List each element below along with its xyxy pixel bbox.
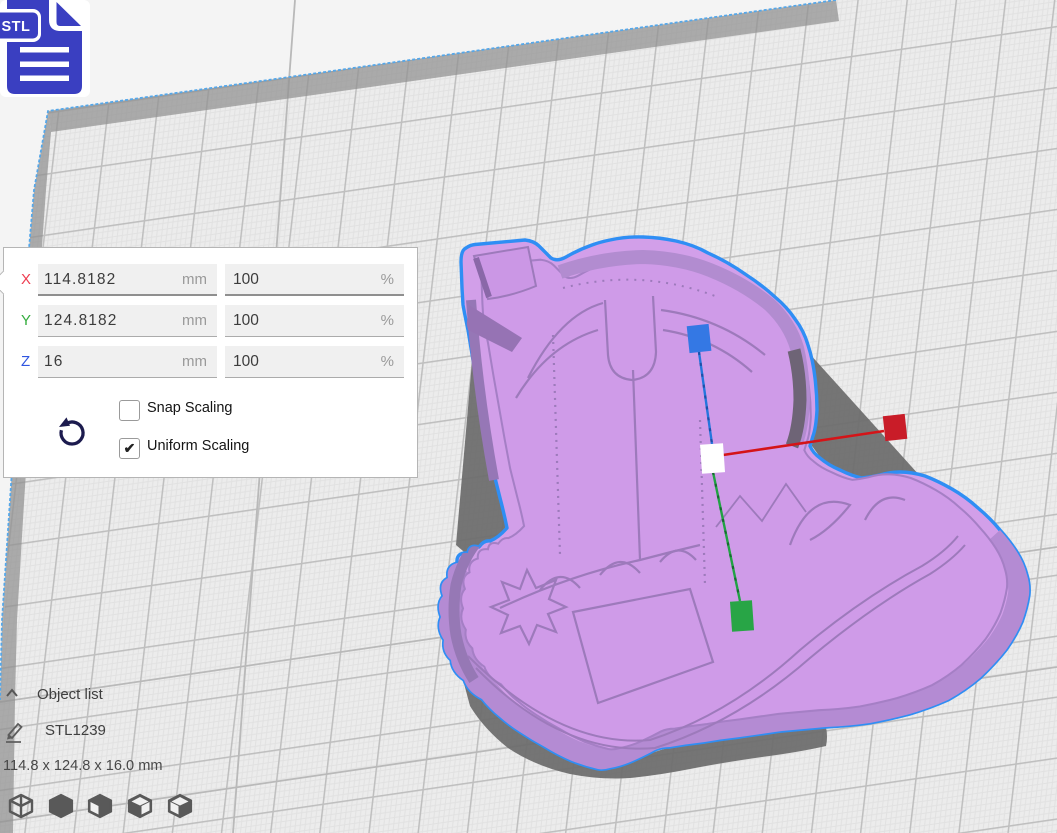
svg-text:STL: STL: [2, 19, 31, 35]
